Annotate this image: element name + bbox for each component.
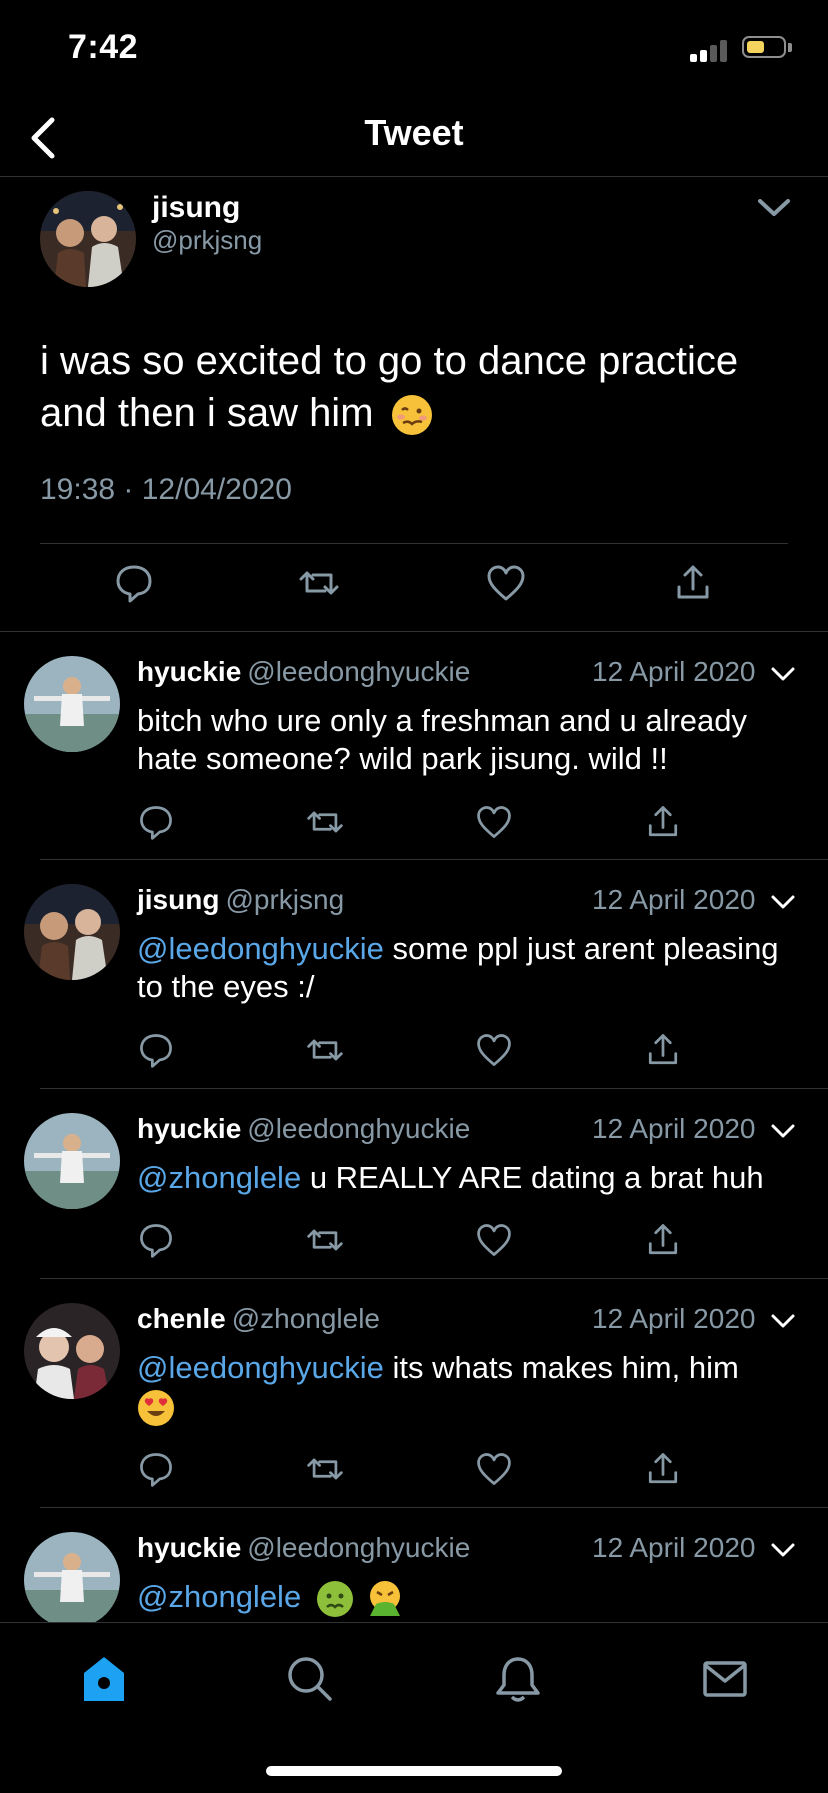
reply-date: 12 April 2020 bbox=[592, 656, 756, 687]
reply-tweet[interactable]: hyuckie @leedonghyuckie 12 April 2020 bit… bbox=[0, 632, 828, 860]
user-name[interactable]: chenle @zhonglele bbox=[137, 1303, 380, 1335]
share-icon[interactable] bbox=[643, 1220, 683, 1260]
signal-icon bbox=[690, 38, 730, 62]
reply-text: bitch who ure only a freshman and u alre… bbox=[137, 703, 748, 776]
reply-tweet[interactable]: jisung @prkjsng 12 April 2020 @leedonghyu… bbox=[0, 860, 828, 1089]
reply-icon[interactable] bbox=[112, 561, 156, 605]
home-icon[interactable] bbox=[78, 1653, 130, 1705]
retweet-icon[interactable] bbox=[297, 561, 341, 605]
user-handle[interactable]: @prkjsng bbox=[152, 225, 262, 256]
home-indicator[interactable] bbox=[266, 1766, 562, 1776]
retweet-icon[interactable] bbox=[305, 1030, 345, 1070]
share-icon[interactable] bbox=[671, 561, 715, 605]
user-name[interactable]: jisung @prkjsng bbox=[137, 884, 344, 916]
reply-date: 12 April 2020 bbox=[592, 1113, 756, 1144]
main-tweet: jisung @prkjsng i was so excited to go t… bbox=[0, 177, 828, 632]
reply-icon[interactable] bbox=[136, 1220, 176, 1260]
reply-icon[interactable] bbox=[136, 1449, 176, 1489]
bell-icon[interactable] bbox=[492, 1653, 544, 1705]
user-handle: @prkjsng bbox=[225, 884, 345, 915]
user-handle: @leedonghyuckie bbox=[247, 1113, 471, 1144]
reply-text: @zhonglele u REALLY ARE dating a brat hu… bbox=[137, 1160, 764, 1195]
user-name[interactable]: jisung bbox=[152, 191, 240, 225]
mention-link[interactable]: @zhonglele bbox=[137, 1160, 301, 1195]
heart-icon[interactable] bbox=[474, 1449, 514, 1489]
retweet-icon[interactable] bbox=[305, 1220, 345, 1260]
replies-list: hyuckie @leedonghyuckie 12 April 2020 bit… bbox=[0, 632, 828, 1648]
share-icon[interactable] bbox=[643, 1030, 683, 1070]
mention-link[interactable]: @zhonglele bbox=[137, 1579, 301, 1614]
mention-link[interactable]: @leedonghyuckie bbox=[137, 931, 384, 966]
chevron-down-icon[interactable] bbox=[768, 890, 798, 914]
battery-icon bbox=[742, 36, 786, 58]
reply-text: @zhonglele bbox=[137, 1578, 807, 1618]
user-name[interactable]: hyuckie @leedonghyuckie bbox=[137, 1532, 470, 1564]
status-time: 7:42 bbox=[68, 28, 139, 66]
retweet-icon[interactable] bbox=[305, 802, 345, 842]
user-name[interactable]: hyuckie @leedonghyuckie bbox=[137, 656, 470, 688]
user-handle: @leedonghyuckie bbox=[247, 656, 471, 687]
divider bbox=[40, 543, 788, 544]
reply-date: 12 April 2020 bbox=[592, 1303, 756, 1334]
user-name[interactable]: hyuckie @leedonghyuckie bbox=[137, 1113, 470, 1145]
vomiting-face-icon bbox=[366, 1580, 404, 1618]
page-title: Tweet bbox=[364, 112, 464, 153]
reply-actions bbox=[0, 802, 828, 846]
reply-tweet[interactable]: hyuckie @leedonghyuckie 12 April 2020 @zh… bbox=[0, 1089, 828, 1279]
nauseated-face-icon bbox=[316, 1580, 354, 1618]
woozy-face-icon bbox=[391, 394, 433, 436]
mail-icon[interactable] bbox=[699, 1653, 751, 1705]
avatar[interactable] bbox=[24, 656, 120, 752]
reply-date: 12 April 2020 bbox=[592, 1532, 756, 1563]
user-handle: @leedonghyuckie bbox=[247, 1532, 471, 1563]
heart-icon[interactable] bbox=[474, 1220, 514, 1260]
chevron-down-icon[interactable] bbox=[768, 662, 798, 686]
reply-tweet[interactable]: chenle @zhonglele 12 April 2020 @leedongh… bbox=[0, 1279, 828, 1508]
status-bar: 7:42 bbox=[0, 0, 828, 100]
chevron-down-icon[interactable] bbox=[768, 1309, 798, 1333]
heart-eyes-face-icon bbox=[137, 1389, 175, 1427]
tweet-text: i was so excited to go to dance practice… bbox=[40, 339, 739, 436]
avatar[interactable] bbox=[24, 884, 120, 980]
tweet-actions bbox=[0, 561, 828, 621]
reply-date: 12 April 2020 bbox=[592, 884, 756, 915]
avatar[interactable] bbox=[24, 1532, 120, 1628]
tweet-timestamp: 19:38 · 12/04/2020 bbox=[40, 473, 292, 506]
reply-text: @leedonghyuckie some ppl just arent plea… bbox=[137, 931, 779, 1004]
retweet-icon[interactable] bbox=[305, 1449, 345, 1489]
heart-icon[interactable] bbox=[484, 561, 528, 605]
avatar[interactable] bbox=[24, 1113, 120, 1209]
reply-actions bbox=[0, 1030, 828, 1074]
reply-icon[interactable] bbox=[136, 802, 176, 842]
share-icon[interactable] bbox=[643, 802, 683, 842]
header: Tweet bbox=[0, 100, 828, 177]
reply-text: @leedonghyuckie its whats makes him, him bbox=[137, 1349, 807, 1427]
user-handle: @zhonglele bbox=[231, 1303, 381, 1334]
chevron-down-icon[interactable] bbox=[768, 1119, 798, 1143]
mention-link[interactable]: @leedonghyuckie bbox=[137, 1350, 384, 1385]
reply-actions bbox=[0, 1220, 828, 1264]
reply-icon[interactable] bbox=[136, 1030, 176, 1070]
chevron-down-icon[interactable] bbox=[768, 1538, 798, 1562]
avatar[interactable] bbox=[24, 1303, 120, 1399]
heart-icon[interactable] bbox=[474, 802, 514, 842]
avatar[interactable] bbox=[40, 191, 136, 287]
share-icon[interactable] bbox=[643, 1449, 683, 1489]
reply-actions bbox=[0, 1449, 828, 1493]
chevron-down-icon[interactable] bbox=[752, 191, 796, 225]
search-icon[interactable] bbox=[284, 1653, 336, 1705]
heart-icon[interactable] bbox=[474, 1030, 514, 1070]
